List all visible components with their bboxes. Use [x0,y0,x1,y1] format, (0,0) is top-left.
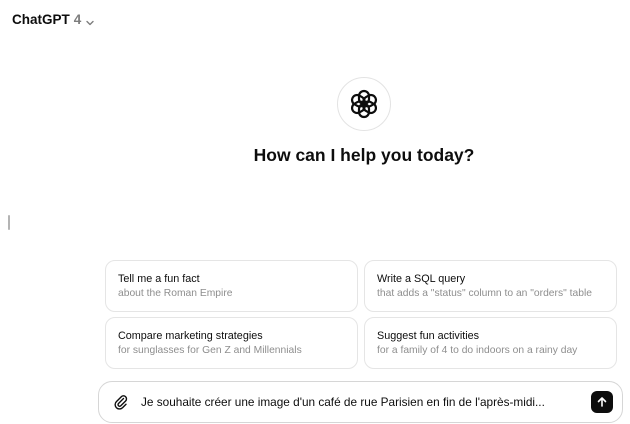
model-version: 4 [73,12,82,27]
message-composer: Je souhaite créer une image d'un café de… [98,381,623,423]
suggestion-title: Suggest fun activities [377,330,480,342]
suggestion-grid: Tell me a fun fact about the Roman Empir… [105,260,617,369]
paperclip-icon[interactable] [112,393,130,411]
suggestion-card[interactable]: Suggest fun activities for a family of 4… [364,317,617,369]
chevron-down-icon [85,15,95,25]
message-input[interactable]: Je souhaite créer une image d'un café de… [141,395,583,409]
suggestion-title: Compare marketing strategies [118,330,263,342]
sidebar-toggle-handle[interactable] [8,215,10,230]
suggestion-subtitle: for a family of 4 to do indoors on a rai… [377,345,578,356]
suggestion-card[interactable]: Tell me a fun fact about the Roman Empir… [105,260,358,312]
suggestion-subtitle: that adds a "status" column to an "order… [377,288,592,299]
openai-logo-icon [337,77,391,131]
model-selector[interactable]: ChatGPT 4 [12,12,95,27]
suggestion-card[interactable]: Write a SQL query that adds a "status" c… [364,260,617,312]
suggestion-subtitle: for sunglasses for Gen Z and Millennials [118,345,302,356]
suggestion-title: Write a SQL query [377,273,466,285]
send-button[interactable] [591,391,613,413]
suggestion-card[interactable]: Compare marketing strategies for sunglas… [105,317,358,369]
page-title: How can I help you today? [253,145,475,165]
suggestion-subtitle: about the Roman Empire [118,288,233,299]
suggestion-title: Tell me a fun fact [118,273,200,285]
model-name: ChatGPT [12,12,70,27]
